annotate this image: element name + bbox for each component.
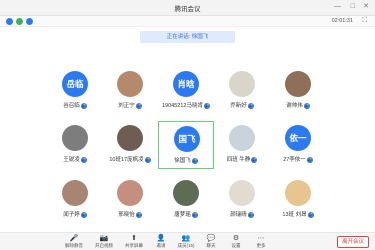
participant-name: 闻子婷 🎤 (63, 211, 87, 218)
microphone-muted-icon: 🎤 (203, 102, 210, 109)
avatar (229, 71, 255, 97)
minimize-icon[interactable]: — (334, 3, 341, 11)
maximize-icon[interactable]: □ (351, 3, 355, 11)
avatar (229, 180, 255, 206)
participant-tile[interactable]: 四班 牛静 🎤 (214, 121, 270, 169)
share-screen-button[interactable]: ⬆ 共享屏幕 (122, 235, 146, 250)
participant-tile[interactable]: 颜瑞晴 🎤 (214, 176, 270, 224)
toolbar-label: 成员(15) (177, 243, 195, 248)
participant-tile[interactable]: 肖晗 19045212马晓肯 🎤 (158, 67, 214, 115)
participant-name: 19045212马晓肯 🎤 (162, 102, 210, 109)
participant-tile[interactable]: 10班17庞帆凌 🎤 (102, 121, 158, 169)
unmute-button[interactable]: 🎤 解除静音 (62, 235, 86, 250)
microphone-muted-icon: 🎤 (135, 102, 142, 109)
microphone-muted-icon: 🎤 (247, 102, 254, 109)
toolbar-label: 解除静音 (65, 243, 83, 248)
chat-button[interactable]: 💬 聊天 (199, 235, 223, 250)
toolbar-label: 设置 (231, 243, 241, 248)
participant-tile[interactable]: 闻子婷 🎤 (47, 176, 103, 224)
avatar (285, 71, 311, 97)
network-signal-icon[interactable] (26, 18, 33, 25)
participant-tile[interactable]: 岳临 谷召临 🎤 (47, 67, 103, 115)
toolbar-label: 邀请 (156, 243, 166, 248)
more-button[interactable]: ⋯ 更多 (249, 235, 273, 250)
close-icon[interactable]: ✕ (363, 3, 369, 11)
avatar: 肖晗 (173, 71, 199, 97)
avatar (229, 125, 255, 151)
meeting-info-bar: 02:01:31 ⛶ (0, 16, 375, 27)
participant-tile[interactable]: 刘正宁 🎤 (102, 67, 158, 115)
participant-tile[interactable]: 乔新好 🎤 (214, 67, 270, 115)
avatar (173, 180, 199, 206)
participant-tile-speaking[interactable]: 国飞 徐国飞 🎤 (158, 121, 214, 169)
participant-name: 颜瑞晴 🎤 (230, 211, 254, 218)
participant-name: 27李依一 🎤 (283, 156, 313, 163)
meeting-timer: 02:01:31 (331, 18, 353, 24)
window-title: 腾讯会议 (174, 6, 201, 13)
avatar (117, 180, 143, 206)
invite-button[interactable]: 👤 邀请 (149, 235, 173, 250)
microphone-muted-icon: 🎤 (247, 211, 254, 218)
toolbar-label: 共享屏幕 (125, 243, 143, 248)
microphone-muted-icon: 🎤 (306, 156, 313, 163)
participant-name: 四班 牛静 🎤 (226, 156, 258, 163)
participant-tile[interactable]: 谢帅伟 🎤 (270, 67, 326, 115)
camera-icon: 📷 (99, 235, 109, 242)
participant-name: 王锐凌 🎤 (63, 156, 87, 163)
info-icon[interactable] (6, 18, 13, 25)
microphone-muted-icon: 🎤 (135, 211, 142, 218)
leave-meeting-button[interactable]: 离开会议 (337, 236, 369, 248)
participant-name: 乔新好 🎤 (230, 102, 254, 109)
speaking-indicator: 正在讲话: 徐国飞 (140, 31, 235, 43)
participant-name: 13班 刘昂 🎤 (282, 211, 314, 218)
start-video-button[interactable]: 📷 开启视频 (92, 235, 116, 250)
avatar: 岳临 (62, 71, 88, 97)
participant-tile[interactable]: 依一 27李依一 🎤 (270, 121, 326, 169)
microphone-muted-icon: 🎤 (307, 211, 314, 218)
share-screen-icon: ⬆ (131, 235, 137, 242)
avatar (117, 125, 143, 151)
participant-name: 邢晓怡 🎤 (118, 211, 142, 218)
avatar (62, 180, 88, 206)
microphone-muted-icon: 🎤 (303, 102, 310, 109)
participant-name: 10班17庞帆凌 🎤 (109, 156, 151, 163)
more-icon: ⋯ (257, 235, 265, 242)
chat-icon: 💬 (206, 235, 216, 242)
participant-name: 徐国飞 🎤 (174, 157, 198, 164)
microphone-muted-icon: 🎤 (251, 156, 258, 163)
toolbar-label: 开启视频 (95, 243, 113, 248)
members-button[interactable]: 👥 成员(15) (174, 235, 198, 250)
gear-icon: ⚙ (232, 235, 240, 242)
microphone-muted-icon: 🎤 (191, 157, 198, 164)
microphone-muted-icon: 🎤 (80, 211, 87, 218)
participant-tile[interactable]: 王锐凌 🎤 (47, 121, 103, 169)
settings-button[interactable]: ⚙ 设置 (224, 235, 248, 250)
microphone-icon: 🎤 (69, 235, 79, 242)
microphone-muted-icon: 🎤 (144, 156, 151, 163)
toolbar-label: 聊天 (206, 243, 216, 248)
participant-name: 谢帅伟 🎤 (286, 102, 310, 109)
microphone-muted-icon: 🎤 (191, 211, 198, 218)
avatar: 依一 (285, 125, 311, 151)
participant-name: 刘正宁 🎤 (118, 102, 142, 109)
security-shield-icon[interactable] (16, 18, 23, 25)
participant-name: 唐梦瑶 🎤 (174, 211, 198, 218)
microphone-muted-icon: 🎤 (80, 156, 87, 163)
microphone-muted-icon: 🎤 (80, 102, 87, 109)
fullscreen-icon[interactable]: ⛶ (362, 17, 367, 25)
participant-tile[interactable]: 13班 刘昂 🎤 (270, 176, 326, 224)
avatar (117, 71, 143, 97)
participant-tile[interactable]: 邢晓怡 🎤 (102, 176, 158, 224)
avatar (62, 125, 88, 151)
participant-name: 谷召临 🎤 (63, 102, 87, 109)
title-bar: 腾讯会议 — □ ✕ (0, 0, 375, 16)
members-icon: 👥 (181, 235, 191, 242)
meeting-toolbar: 🎤 解除静音 📷 开启视频 ⬆ 共享屏幕 👤 邀请 👥 成员(15) 💬 聊天 … (0, 232, 375, 250)
avatar (285, 180, 311, 206)
toolbar-label: 更多 (256, 243, 266, 248)
avatar: 国飞 (174, 126, 200, 152)
invite-icon: 👤 (156, 235, 166, 242)
participant-tile[interactable]: 唐梦瑶 🎤 (158, 176, 214, 224)
